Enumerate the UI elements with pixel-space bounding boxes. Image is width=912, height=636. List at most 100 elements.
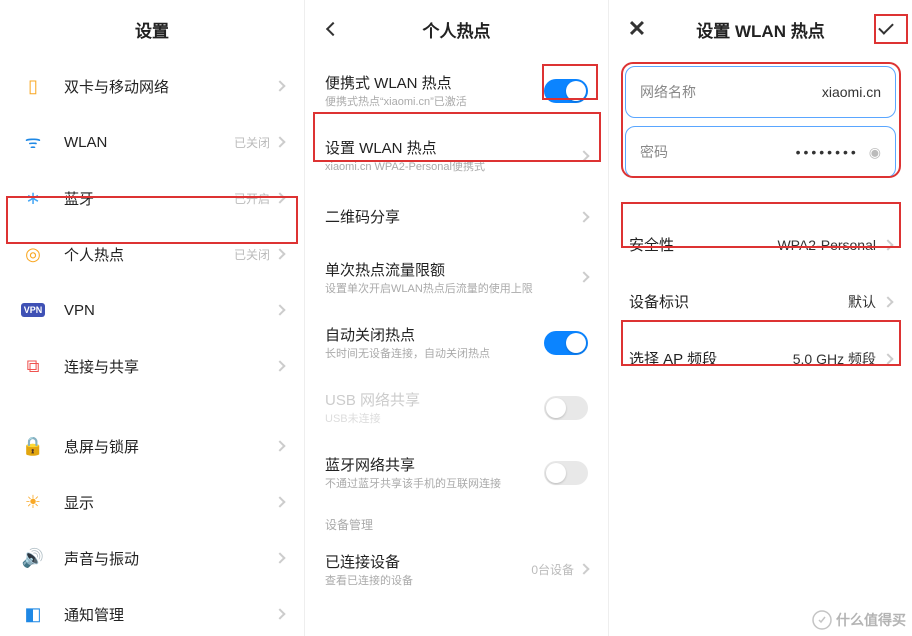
ap-band-label: 选择 AP 频段: [629, 348, 793, 369]
bt-tether-sub: 不通过蓝牙共享该手机的互联网连接: [325, 477, 544, 491]
settings-item-VPN[interactable]: VPNVPN: [0, 282, 304, 338]
chevron-right-icon: [882, 296, 893, 307]
lock-icon: 🔒: [20, 433, 46, 459]
chevron-right-icon: [274, 248, 285, 259]
device-id-value: 默认: [848, 292, 876, 312]
settings-item-蓝牙[interactable]: ∗ 蓝牙已开启: [0, 170, 304, 226]
settings-item-label: 双卡与移动网络: [64, 76, 276, 97]
chevron-right-icon: [578, 150, 589, 161]
portable-hotspot-sub: 便携式热点“xiaomi.cn”已激活: [325, 95, 544, 109]
bt-tether-toggle[interactable]: [544, 461, 588, 485]
usb-tether-label: USB 网络共享: [325, 389, 544, 410]
network-name-field[interactable]: 网络名称 xiaomi.cn: [625, 66, 896, 118]
chevron-right-icon: [274, 496, 285, 507]
network-name-value: xiaomi.cn: [696, 84, 881, 100]
settings-item-WLAN[interactable]: ᯤWLAN已关闭: [0, 114, 304, 170]
network-name-label: 网络名称: [640, 82, 696, 102]
connected-devices-count: 0台设备: [531, 561, 574, 578]
settings-item-label: WLAN: [64, 134, 234, 151]
panel2-title: 个人热点: [423, 17, 491, 42]
settings-item-label: 个人热点: [64, 244, 234, 265]
data-limit-row[interactable]: 单次热点流量限额 设置单次开启WLAN热点后流量的使用上限: [305, 245, 608, 310]
hotspot-icon: ◎: [20, 241, 46, 267]
ap-band-value: 5.0 GHz 频段: [793, 349, 876, 369]
panel1-header: 设置: [0, 0, 304, 58]
auto-off-sub: 长时间无设备连接，自动关闭热点: [325, 347, 544, 361]
back-button[interactable]: [317, 13, 349, 45]
settings-item-息屏与锁屏[interactable]: 🔒 息屏与锁屏: [0, 418, 304, 474]
settings-item-status: 已开启: [234, 190, 270, 207]
panel2-header: 个人热点: [305, 0, 608, 58]
usb-tether-sub: USB未连接: [325, 412, 544, 426]
thumb-icon: [812, 610, 832, 630]
password-label: 密码: [640, 142, 668, 162]
chevron-right-icon: [274, 552, 285, 563]
settings-item-status: 已关闭: [234, 134, 270, 151]
setup-wlan-hotspot-row[interactable]: 设置 WLAN 热点 xiaomi.cn WPA2-Personal便携式: [305, 123, 608, 188]
chevron-right-icon: [882, 353, 893, 364]
settings-item-声音与振动[interactable]: 🔊 声音与振动: [0, 530, 304, 586]
close-button[interactable]: ✕: [621, 13, 653, 45]
settings-item-label: 连接与共享: [64, 356, 276, 377]
chevron-right-icon: [274, 360, 285, 371]
settings-item-个人热点[interactable]: ◎ 个人热点已关闭: [0, 226, 304, 282]
auto-off-toggle[interactable]: [544, 331, 588, 355]
settings-panel: 设置 ▯双卡与移动网络ᯤWLAN已关闭∗蓝牙已开启◎个人热点已关闭VPNVPN⧉…: [0, 0, 304, 636]
data-limit-sub: 设置单次开启WLAN热点后流量的使用上限: [325, 282, 580, 296]
sound-icon: 🔊: [20, 545, 46, 571]
settings-item-双卡与移动网络[interactable]: ▯ 双卡与移动网络: [0, 58, 304, 114]
security-row[interactable]: 安全性 WPA2-Personal: [609, 216, 912, 273]
settings-item-连接与共享[interactable]: ⧉ 连接与共享: [0, 338, 304, 394]
ap-band-row[interactable]: 选择 AP 频段 5.0 GHz 频段: [609, 330, 912, 387]
chevron-right-icon: [578, 272, 589, 283]
usb-tether-toggle: [544, 396, 588, 420]
settings-item-label: 通知管理: [64, 604, 276, 625]
sim-icon: ▯: [20, 73, 46, 99]
chevron-right-icon: [274, 80, 285, 91]
settings-item-label: 显示: [64, 492, 276, 513]
settings-item-通知管理[interactable]: ◧ 通知管理: [0, 586, 304, 636]
chevron-right-icon: [578, 211, 589, 222]
device-mgmt-section: 设备管理: [305, 506, 608, 537]
portable-hotspot-row[interactable]: 便携式 WLAN 热点 便携式热点“xiaomi.cn”已激活: [305, 58, 608, 123]
check-icon: [878, 19, 894, 35]
chevron-right-icon: [578, 564, 589, 575]
chevron-right-icon: [274, 304, 285, 315]
auto-off-row[interactable]: 自动关闭热点 长时间无设备连接，自动关闭热点: [305, 310, 608, 375]
confirm-button[interactable]: [870, 13, 902, 45]
brightness-icon: ☀: [20, 489, 46, 515]
setup-wlan-sub: xiaomi.cn WPA2-Personal便携式: [325, 160, 580, 174]
connected-devices-label: 已连接设备: [325, 551, 531, 572]
settings-item-status: 已关闭: [234, 246, 270, 263]
device-id-label: 设备标识: [629, 291, 848, 312]
device-id-row[interactable]: 设备标识 默认: [609, 273, 912, 330]
bluetooth-icon: ∗: [20, 185, 46, 211]
watermark-text: 什么值得买: [836, 610, 906, 630]
settings-item-label: 蓝牙: [64, 188, 234, 209]
connected-devices-row[interactable]: 已连接设备 查看已连接的设备 0台设备: [305, 537, 608, 602]
chevron-right-icon: [274, 608, 285, 619]
hotspot-panel: 个人热点 便携式 WLAN 热点 便携式热点“xiaomi.cn”已激活 设置 …: [304, 0, 608, 636]
setup-wlan-label: 设置 WLAN 热点: [325, 137, 580, 158]
chevron-left-icon: [326, 22, 340, 36]
settings-item-显示[interactable]: ☀ 显示: [0, 474, 304, 530]
qr-share-row[interactable]: 二维码分享: [305, 189, 608, 245]
notify-icon: ◧: [20, 601, 46, 627]
panel3-title: 设置 WLAN 热点: [696, 17, 824, 42]
password-field[interactable]: 密码 •••••••• ◉: [625, 126, 896, 178]
share-icon: ⧉: [20, 353, 46, 379]
settings-item-label: VPN: [64, 302, 276, 319]
portable-hotspot-toggle[interactable]: [544, 79, 588, 103]
panel1-title: 设置: [135, 17, 169, 42]
bt-tether-row[interactable]: 蓝牙网络共享 不通过蓝牙共享该手机的互联网连接: [305, 440, 608, 505]
settings-item-label: 声音与振动: [64, 548, 276, 569]
security-value: WPA2-Personal: [777, 237, 876, 253]
qr-share-label: 二维码分享: [325, 206, 580, 227]
chevron-right-icon: [274, 136, 285, 147]
settings-item-label: 息屏与锁屏: [64, 436, 276, 457]
usb-tether-row: USB 网络共享 USB未连接: [305, 375, 608, 440]
portable-hotspot-label: 便携式 WLAN 热点: [325, 72, 544, 93]
eye-icon[interactable]: ◉: [869, 144, 881, 161]
auto-off-label: 自动关闭热点: [325, 324, 544, 345]
password-value: ••••••••: [668, 144, 859, 160]
